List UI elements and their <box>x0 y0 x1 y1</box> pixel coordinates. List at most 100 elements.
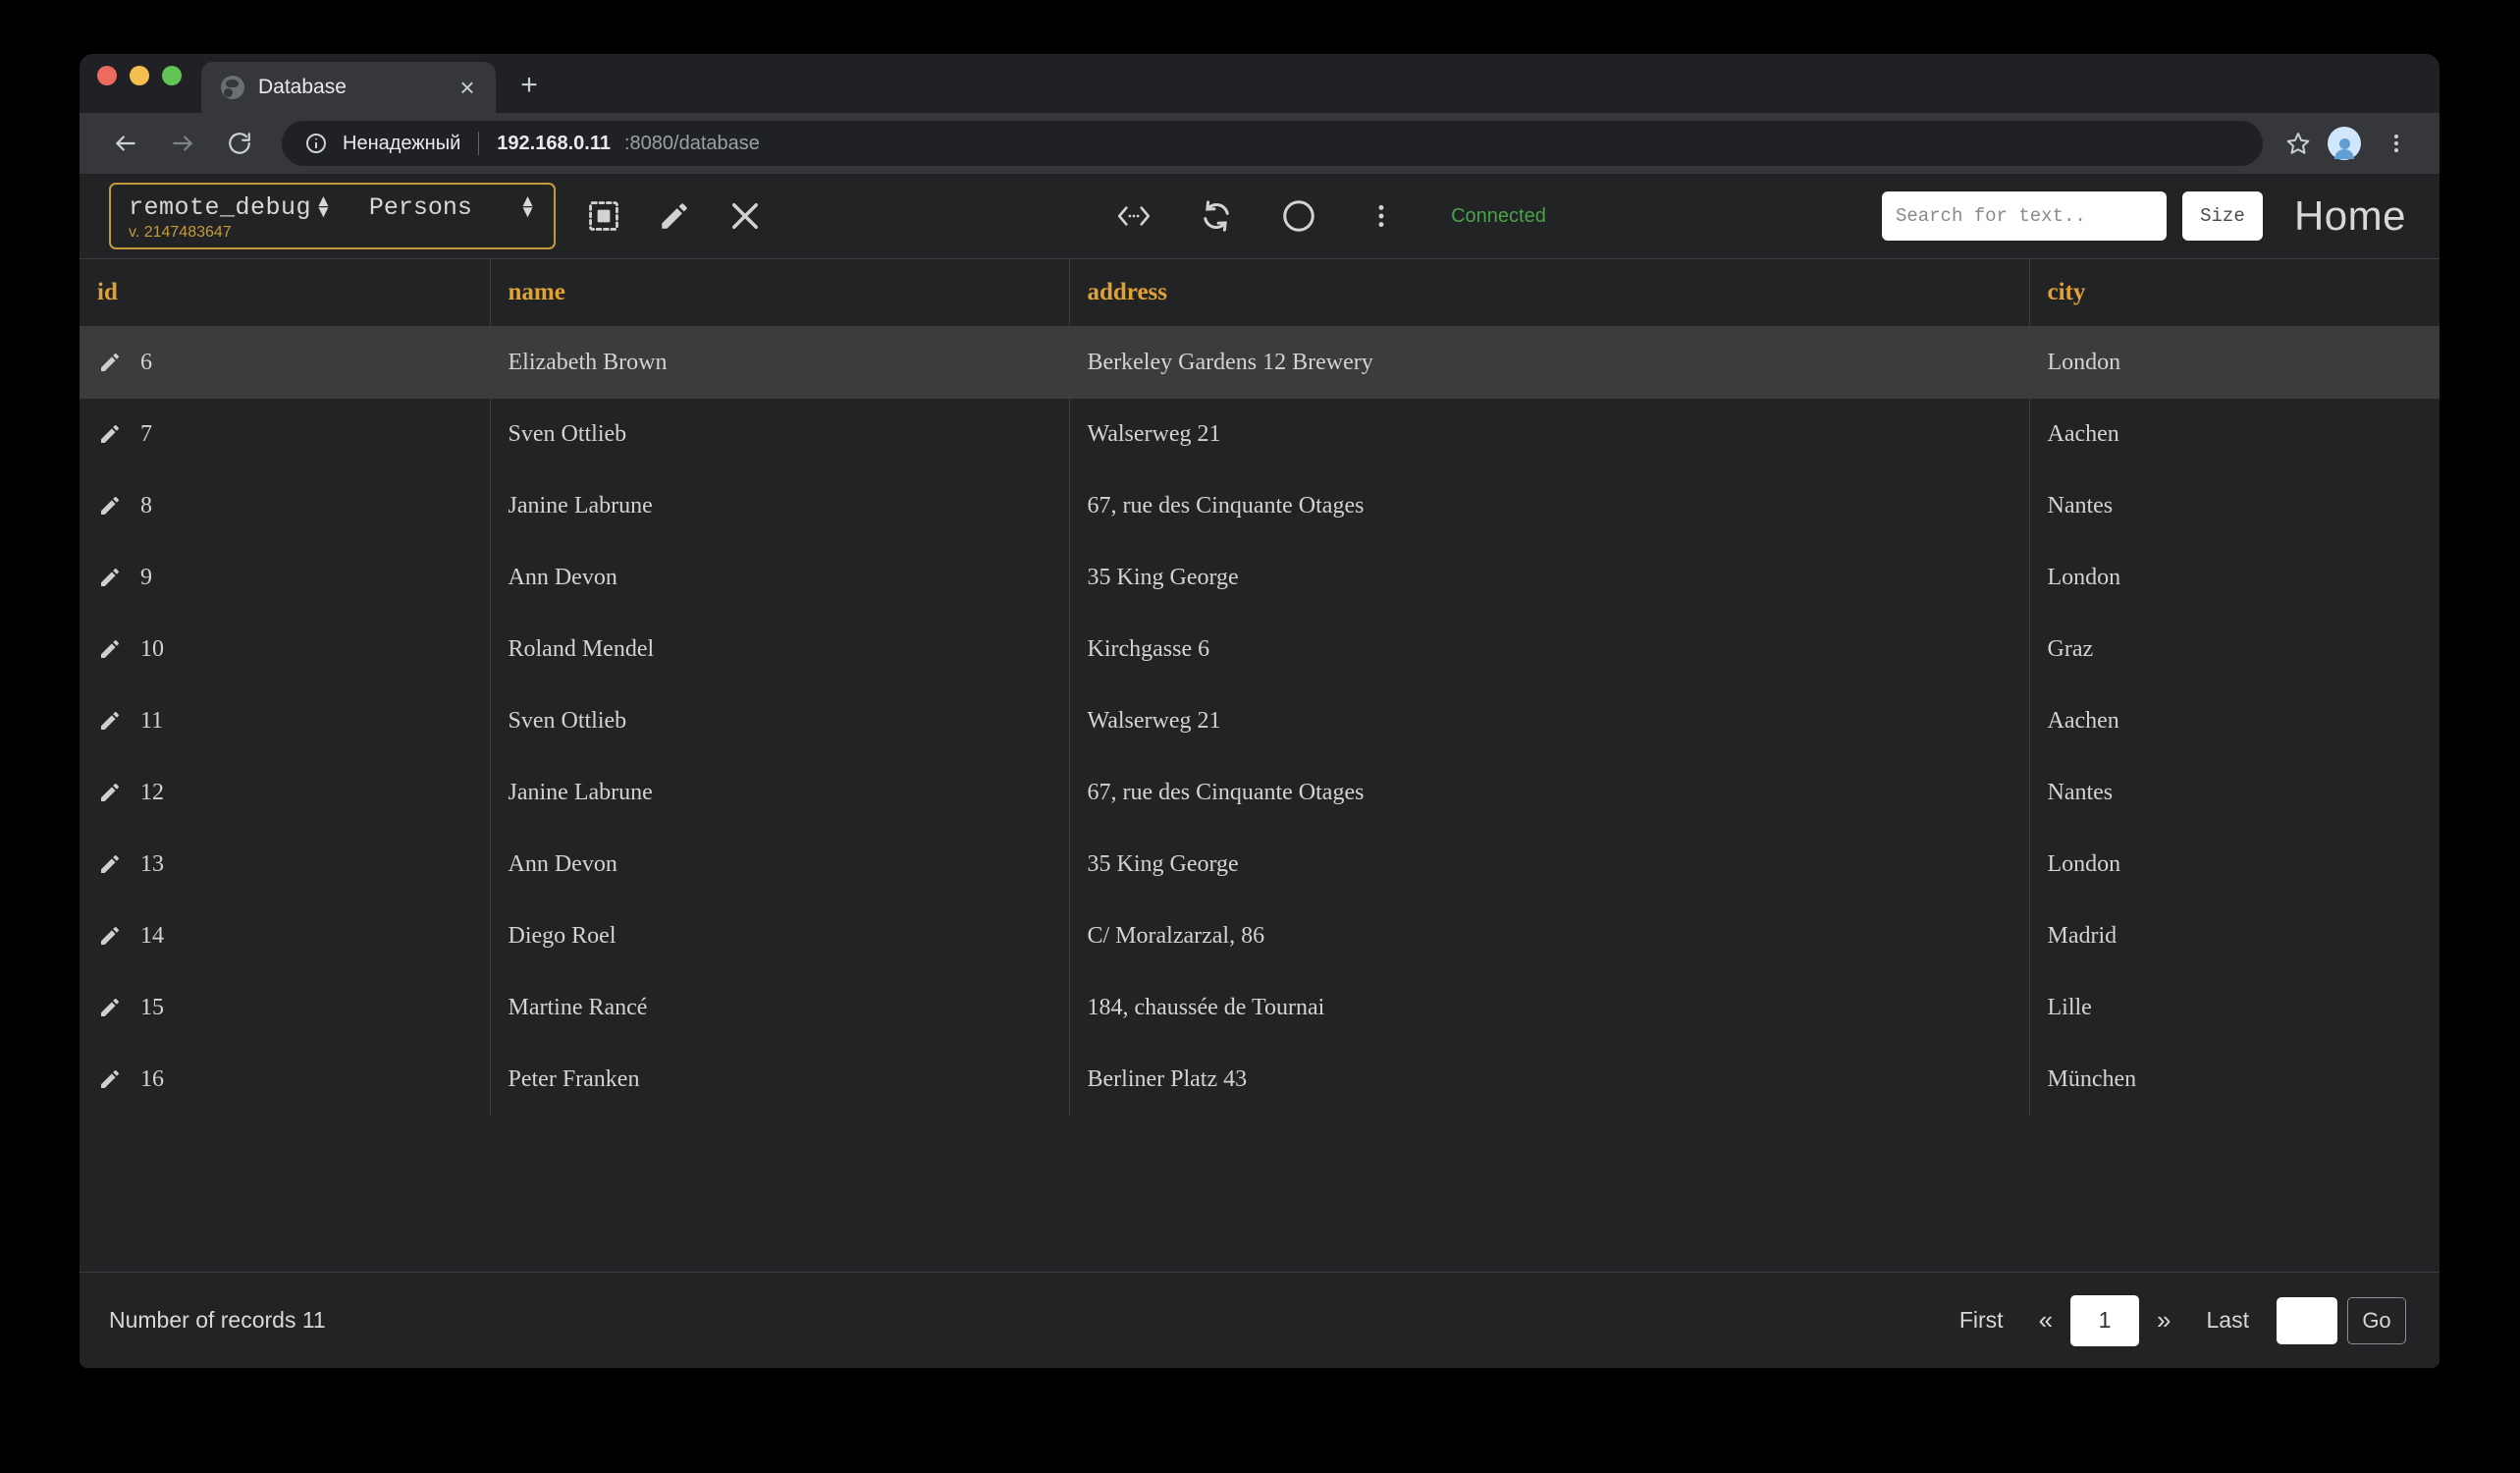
row-pencil-icon[interactable] <box>97 995 123 1020</box>
column-header-address[interactable]: address <box>1069 259 2029 327</box>
pagination-goto-input[interactable] <box>2277 1297 2337 1344</box>
row-id-value: 14 <box>140 923 164 950</box>
pagination-first-button[interactable]: First <box>1942 1307 2021 1334</box>
row-city-value: Graz <box>2029 614 2440 685</box>
column-header-name[interactable]: name <box>490 259 1069 327</box>
row-address-value: Berkeley Gardens 12 Brewery <box>1069 327 2029 399</box>
cell-id: 9 <box>80 542 490 614</box>
row-city-value: Nantes <box>2029 470 2440 542</box>
avatar-icon[interactable] <box>2328 127 2361 160</box>
table-row[interactable]: 7Sven OttliebWalserweg 21Aachen <box>80 399 2440 470</box>
url-host: 192.168.0.11 <box>497 133 611 155</box>
table-row[interactable]: 8Janine Labrune67, rue des Cinquante Ota… <box>80 470 2440 542</box>
cell-id: 16 <box>80 1044 490 1116</box>
cell-id: 6 <box>80 327 490 399</box>
database-table-selector[interactable]: remote_debug ▲▼ Persons ▲▼ v. 2147483647 <box>109 183 556 249</box>
back-icon[interactable] <box>103 121 148 166</box>
cell-id: 15 <box>80 972 490 1044</box>
address-bar[interactable]: Ненадежный 192.168.0.11:8080/database <box>282 121 2263 166</box>
tab-title: Database <box>258 76 439 99</box>
table-row[interactable]: 16Peter FrankenBerliner Platz 43München <box>80 1044 2440 1116</box>
row-id-value: 11 <box>140 708 163 735</box>
row-pencil-icon[interactable] <box>97 851 123 877</box>
connection-action-group: Connected <box>1107 190 1546 243</box>
data-table: id name address city 6Elizabeth BrownBer… <box>80 258 2440 1116</box>
table-row[interactable]: 11Sven OttliebWalserweg 21Aachen <box>80 685 2440 757</box>
table-row[interactable]: 14Diego RoelC/ Moralzarzal, 86Madrid <box>80 900 2440 972</box>
close-tab-icon[interactable]: × <box>453 73 482 102</box>
pagination-go-button[interactable]: Go <box>2347 1297 2406 1344</box>
column-header-id[interactable]: id <box>80 259 490 327</box>
row-address-value: 35 King George <box>1069 542 2029 614</box>
select-all-icon[interactable] <box>577 190 630 243</box>
pagination-next-button[interactable]: » <box>2139 1305 2188 1336</box>
connection-status-label: Connected <box>1451 205 1546 228</box>
row-city-value: Aachen <box>2029 685 2440 757</box>
home-link[interactable]: Home <box>2294 192 2406 240</box>
table-row[interactable]: 13Ann Devon35 King GeorgeLondon <box>80 829 2440 900</box>
size-button[interactable]: Size <box>2182 191 2263 241</box>
pagination-last-button[interactable]: Last <box>2189 1307 2267 1334</box>
table-row[interactable]: 6Elizabeth BrownBerkeley Gardens 12 Brew… <box>80 327 2440 399</box>
profile-avatar[interactable] <box>2320 127 2375 160</box>
table-row[interactable]: 15Martine Rancé184, chaussée de TournaiL… <box>80 972 2440 1044</box>
column-header-city[interactable]: city <box>2029 259 2440 327</box>
row-pencil-icon[interactable] <box>97 923 123 949</box>
row-pencil-icon[interactable] <box>97 1066 123 1092</box>
row-address-value: 35 King George <box>1069 829 2029 900</box>
refresh-icon[interactable] <box>1190 190 1243 243</box>
browser-tab[interactable]: Database × <box>201 62 496 113</box>
row-id-value: 9 <box>140 565 152 591</box>
new-tab-icon[interactable]: + <box>508 64 551 107</box>
row-id-value: 10 <box>140 636 164 663</box>
close-x-icon[interactable] <box>719 190 772 243</box>
minimize-window-button[interactable] <box>130 66 149 85</box>
table-select-chevron-icon[interactable]: ▲▼ <box>519 196 536 217</box>
database-select-chevron-icon[interactable]: ▲▼ <box>315 196 332 217</box>
cell-id: 10 <box>80 614 490 685</box>
browser-window: Database × + Ненадежный 192.168.0.11:808… <box>80 54 2440 1368</box>
forward-icon[interactable] <box>160 121 205 166</box>
pagination-prev-button[interactable]: « <box>2021 1305 2070 1336</box>
table-row[interactable]: 9Ann Devon35 King GeorgeLondon <box>80 542 2440 614</box>
row-pencil-icon[interactable] <box>97 708 123 734</box>
search-input[interactable] <box>1882 191 2167 241</box>
row-name-value: Sven Ottlieb <box>490 685 1069 757</box>
row-name-value: Janine Labrune <box>490 757 1069 829</box>
info-circle-icon[interactable] <box>303 131 329 156</box>
cell-id: 13 <box>80 829 490 900</box>
row-pencil-icon[interactable] <box>97 780 123 805</box>
row-city-value: London <box>2029 327 2440 399</box>
database-name-select[interactable]: remote_debug <box>129 193 311 222</box>
row-pencil-icon[interactable] <box>97 636 123 662</box>
row-address-value: 67, rue des Cinquante Otages <box>1069 757 2029 829</box>
table-row[interactable]: 12Janine Labrune67, rue des Cinquante Ot… <box>80 757 2440 829</box>
table-empty-space <box>80 1116 2440 1273</box>
records-count-label: Number of records 11 <box>109 1307 326 1334</box>
table-name-select[interactable]: Persons <box>369 193 519 222</box>
browser-menu-icon[interactable] <box>2375 122 2418 165</box>
code-brackets-icon[interactable] <box>1107 190 1160 243</box>
maximize-window-button[interactable] <box>162 66 182 85</box>
table-footer: Number of records 11 First « » Last Go <box>80 1272 2440 1368</box>
row-id-value: 15 <box>140 995 164 1021</box>
bookmark-star-icon[interactable] <box>2277 122 2320 165</box>
table-row[interactable]: 10Roland MendelKirchgasse 6Graz <box>80 614 2440 685</box>
reload-icon[interactable] <box>217 121 262 166</box>
row-name-value: Sven Ottlieb <box>490 399 1069 470</box>
circle-icon[interactable] <box>1272 190 1325 243</box>
close-window-button[interactable] <box>97 66 117 85</box>
row-city-value: Aachen <box>2029 399 2440 470</box>
row-city-value: Lille <box>2029 972 2440 1044</box>
cell-id: 12 <box>80 757 490 829</box>
search-group: Size Home <box>1882 191 2406 241</box>
row-pencil-icon[interactable] <box>97 493 123 518</box>
cell-id: 8 <box>80 470 490 542</box>
vertical-dots-icon[interactable] <box>1355 190 1408 243</box>
row-pencil-icon[interactable] <box>97 565 123 590</box>
row-pencil-icon[interactable] <box>97 350 123 375</box>
pencil-icon[interactable] <box>648 190 701 243</box>
omnibox-divider <box>478 132 479 155</box>
pagination-current-page-input[interactable] <box>2070 1295 2139 1346</box>
row-pencil-icon[interactable] <box>97 421 123 447</box>
